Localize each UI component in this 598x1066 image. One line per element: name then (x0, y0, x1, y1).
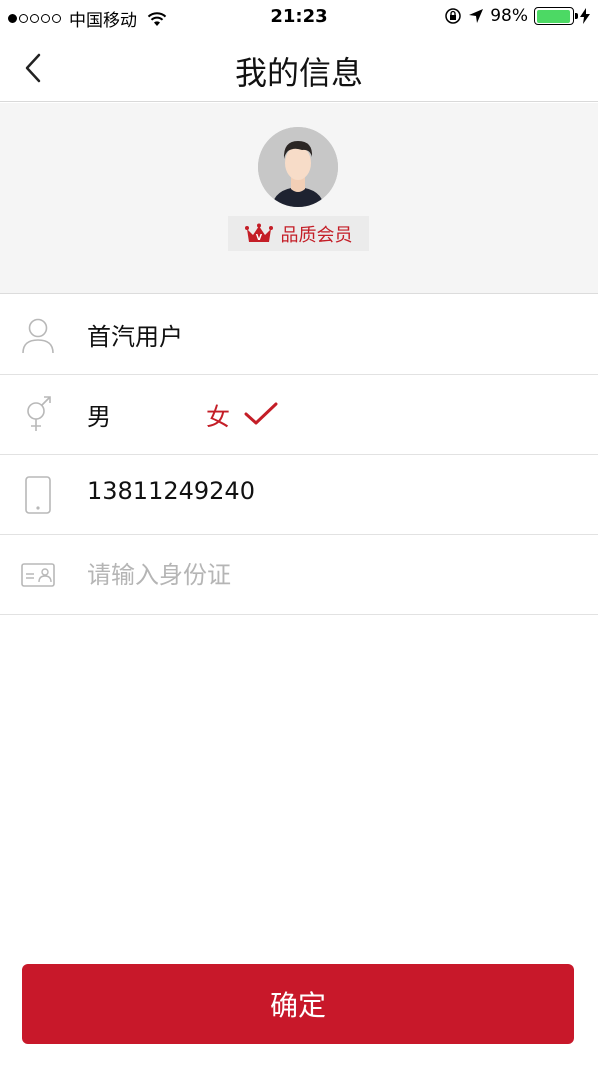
id-card-row (0, 535, 598, 615)
member-badge: V 品质会员 (228, 216, 369, 251)
gender-row: 男 女 (0, 375, 598, 455)
rotation-lock-icon (445, 8, 461, 24)
crown-icon: V (244, 223, 273, 242)
confirm-button[interactable]: 确定 (22, 964, 574, 1044)
phone-icon (25, 476, 51, 514)
page-title: 我的信息 (234, 54, 363, 92)
battery-percent: 98% (490, 6, 528, 26)
user-avatar-icon (258, 127, 338, 207)
profile-header: V 品质会员 (0, 103, 598, 294)
member-badge-label: 品质会员 (280, 224, 353, 246)
gender-icon (27, 396, 51, 431)
username-row[interactable]: 首汽用户 (0, 295, 598, 375)
status-bar: 中国移动 21:23 98% (0, 0, 598, 34)
location-arrow-icon (469, 9, 484, 23)
nav-bar: 我的信息 (0, 34, 598, 102)
avatar[interactable] (258, 127, 338, 207)
phone-value: 13811249240 (87, 477, 255, 505)
username-value: 首汽用户 (87, 323, 183, 351)
charging-bolt-icon (580, 8, 590, 24)
id-card-icon (21, 563, 55, 587)
user-icon (22, 318, 54, 354)
check-icon (244, 402, 278, 425)
gender-male-option[interactable]: 男 (87, 397, 111, 432)
gender-female-option[interactable]: 女 (206, 397, 230, 432)
status-right: 98% (444, 6, 590, 26)
id-card-input[interactable] (87, 553, 567, 597)
battery-icon (534, 7, 578, 25)
svg-text:V: V (255, 233, 262, 242)
phone-row[interactable]: 13811249240 (0, 455, 598, 535)
